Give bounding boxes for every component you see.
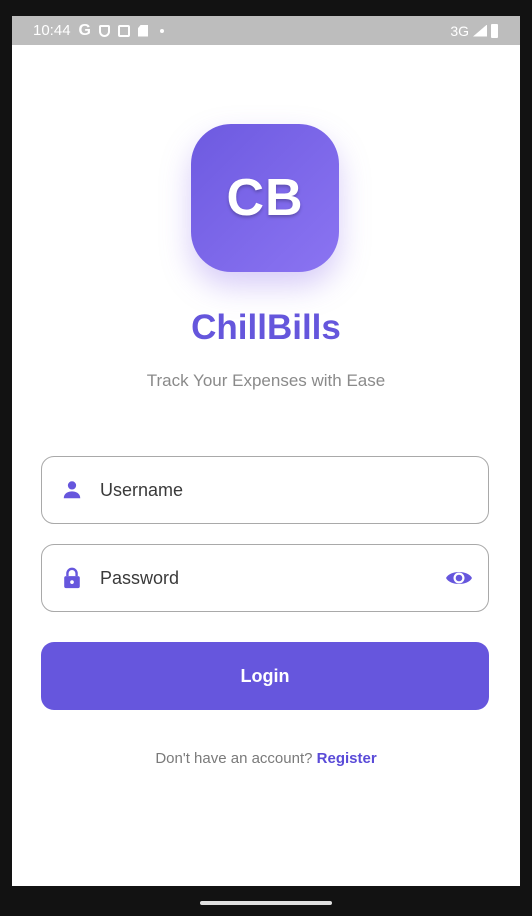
app-title: ChillBills [191, 308, 341, 347]
dot-icon [160, 28, 164, 33]
register-prompt: Don't have an account? [155, 750, 313, 767]
signal-icon [473, 24, 487, 37]
app-screen: 10:44 G 3G CB ChillBills Track Your Expe… [12, 16, 520, 886]
username-input[interactable] [100, 473, 420, 507]
status-bar: 10:44 G 3G [12, 16, 520, 45]
google-icon: G [78, 21, 91, 39]
person-icon [63, 481, 81, 499]
logo-text: CB [226, 169, 304, 227]
navigation-bar [0, 886, 532, 916]
network-type: 3G [450, 22, 469, 39]
password-field[interactable] [41, 544, 489, 612]
battery-icon [491, 23, 498, 38]
username-field[interactable] [41, 456, 489, 524]
app-subtitle: Track Your Expenses with Ease [146, 371, 386, 390]
register-row: Don't have an account? Register [12, 750, 520, 767]
shield-icon [99, 24, 110, 37]
app-logo: CB [191, 124, 339, 272]
sim-icon [118, 24, 130, 37]
login-button[interactable]: Login [41, 642, 489, 710]
home-indicator[interactable] [200, 901, 332, 905]
sd-card-icon [138, 24, 148, 37]
eye-icon[interactable] [445, 567, 473, 589]
register-link[interactable]: Register [317, 750, 377, 767]
status-bar-right: 3G [450, 16, 498, 45]
password-input[interactable] [100, 561, 420, 595]
status-time: 10:44 [33, 22, 71, 39]
status-bar-left: 10:44 G [33, 16, 164, 45]
lock-icon [64, 567, 80, 589]
phone-frame: 10:44 G 3G CB ChillBills Track Your Expe… [0, 0, 532, 916]
